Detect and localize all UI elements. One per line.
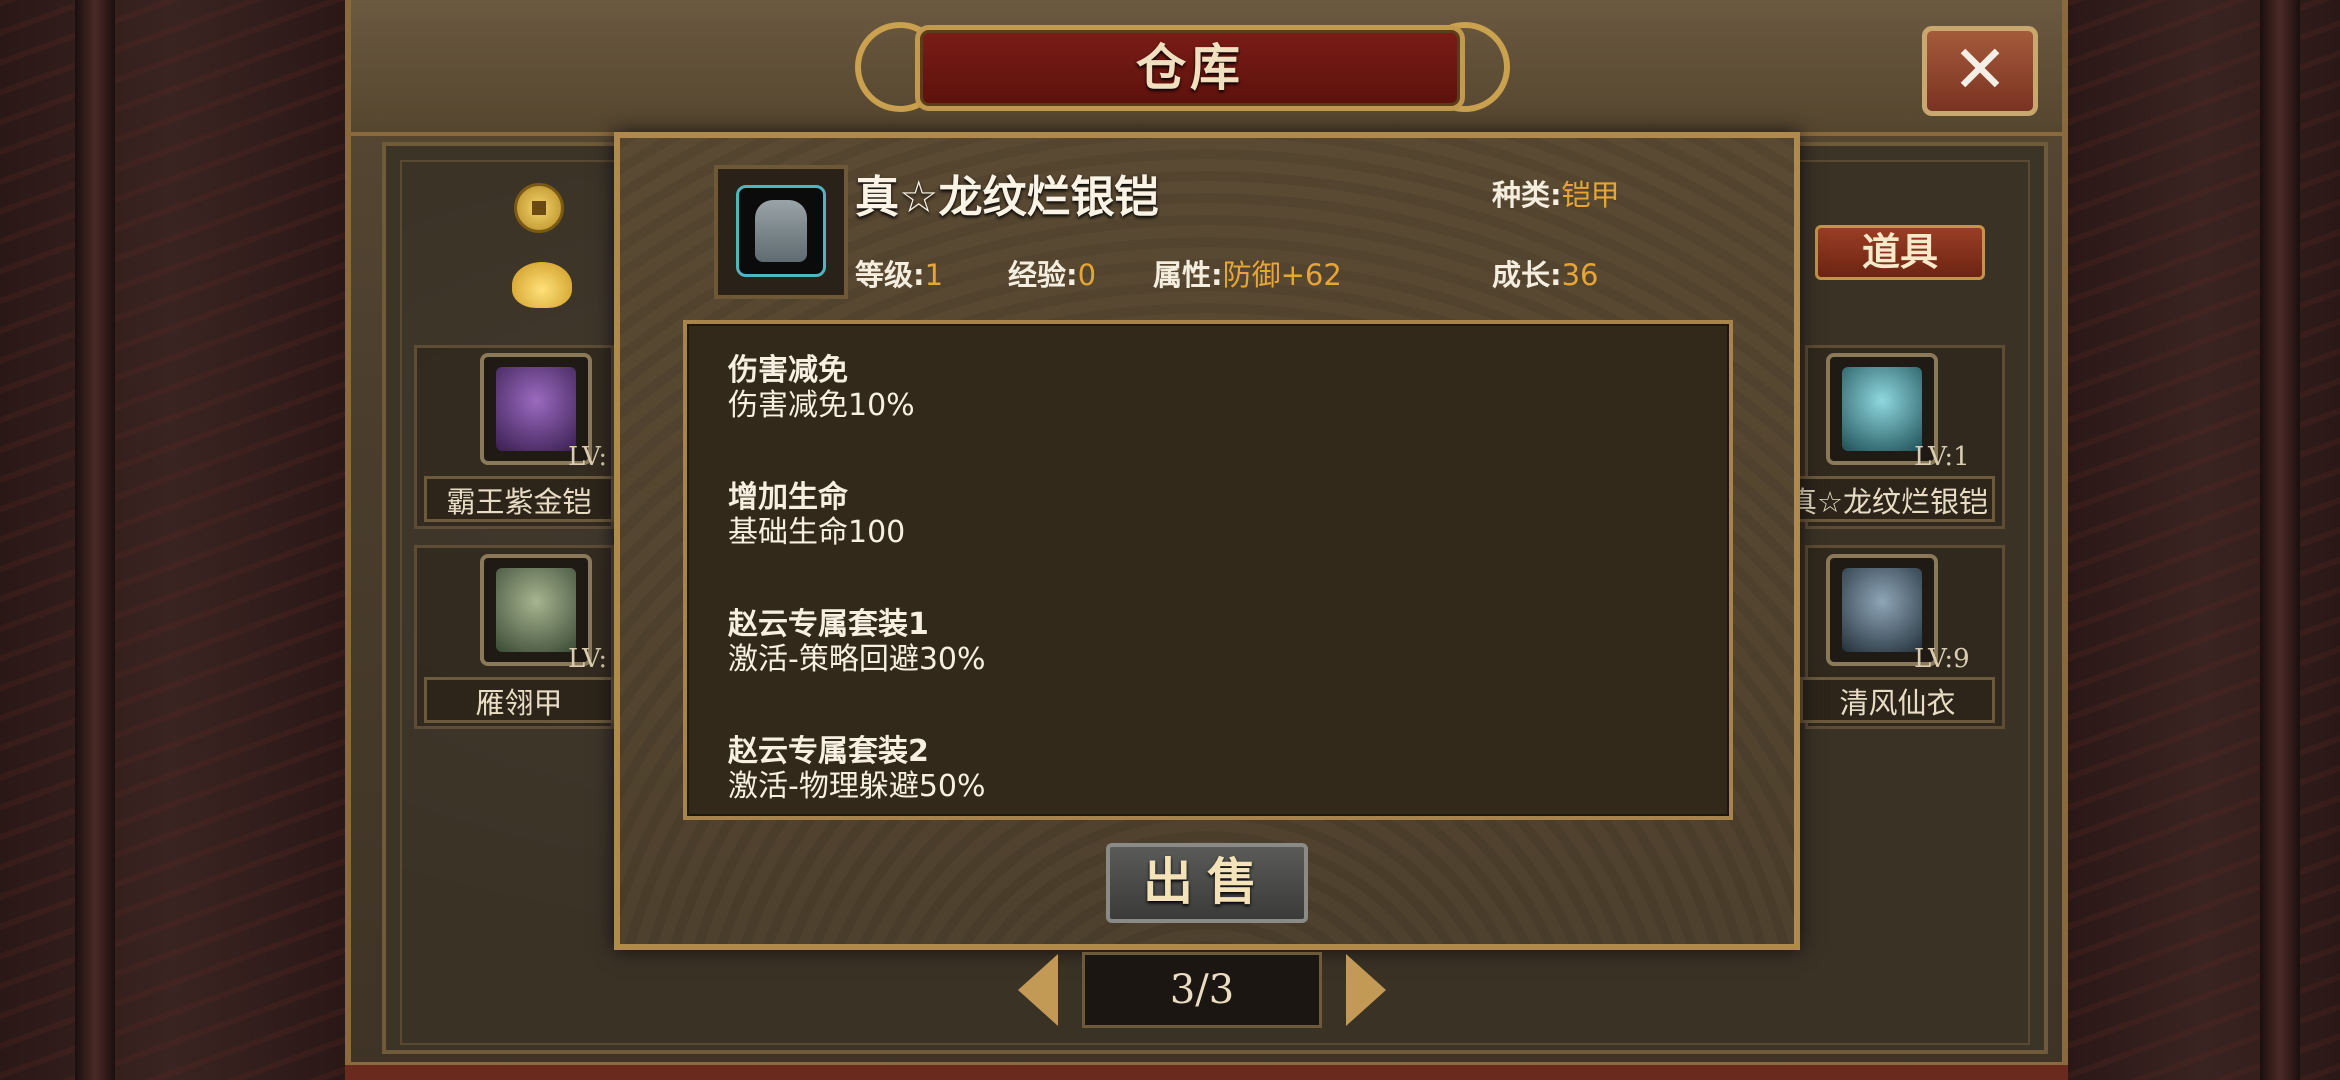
armor-icon: [496, 568, 576, 652]
armor-shape: [755, 200, 807, 262]
copper-coin-icon: [514, 183, 564, 233]
armor-icon: [736, 185, 826, 277]
item-level: LV:1: [1914, 442, 1970, 472]
effect-desc: 激活-策略回避30%: [728, 642, 986, 677]
page-indicator: 3/3: [1082, 952, 1322, 1028]
item-detail-name: 真☆龙纹烂银铠: [855, 172, 1159, 223]
close-button[interactable]: ✕: [1922, 26, 2038, 116]
item-level-stat: 等级:1: [855, 252, 943, 294]
item-growth-stat: 成长:36: [1492, 252, 1599, 294]
item-growth-label: 成长:: [1492, 258, 1562, 292]
right-decor-curtain: [2068, 0, 2340, 1080]
item-growth-value: 36: [1561, 258, 1599, 292]
item-name: 雁翎甲: [424, 677, 614, 723]
item-level: LV:: [568, 442, 608, 472]
item-level-label: 等级:: [855, 258, 925, 292]
item-exp-value: 0: [1077, 258, 1097, 292]
item-type: 种类:铠甲: [1492, 172, 1620, 214]
item-type-label: 种类:: [1492, 178, 1562, 212]
sell-button[interactable]: 出售: [1106, 843, 1308, 923]
robe-icon: [1842, 568, 1922, 652]
item-attr-stat: 属性:防御+62: [1153, 252, 1342, 294]
item-name: 霸王紫金铠: [424, 476, 614, 522]
item-name: 清风仙衣: [1800, 677, 1995, 723]
effect-desc: 伤害减免10%: [728, 388, 915, 423]
item-attr-value: 防御+62: [1222, 258, 1342, 292]
effect-desc: 激活-物理躲避50%: [728, 769, 986, 804]
effect-desc: 基础生命100: [728, 515, 906, 550]
item-type-value: 铠甲: [1561, 178, 1620, 212]
left-decor-curtain: [0, 0, 345, 1080]
gold-ingot-icon: [512, 262, 572, 308]
tab-items[interactable]: 道具: [1815, 225, 1985, 280]
armor-icon: [1842, 367, 1922, 451]
item-exp-label: 经验:: [1008, 258, 1078, 292]
window-title: 仓库: [1136, 39, 1244, 97]
item-name: 真☆龙纹烂银铠: [1785, 476, 1995, 522]
armor-icon: [496, 367, 576, 451]
item-attr-label: 属性:: [1153, 258, 1223, 292]
item-level-value: 1: [924, 258, 944, 292]
prev-page-arrow-icon[interactable]: [1018, 954, 1058, 1026]
next-page-arrow-icon[interactable]: [1346, 954, 1386, 1026]
item-level: LV:9: [1914, 644, 1970, 674]
window-bottom-border: [345, 1062, 2068, 1080]
item-exp-stat: 经验:0: [1008, 252, 1096, 294]
item-level: LV:: [568, 644, 608, 674]
